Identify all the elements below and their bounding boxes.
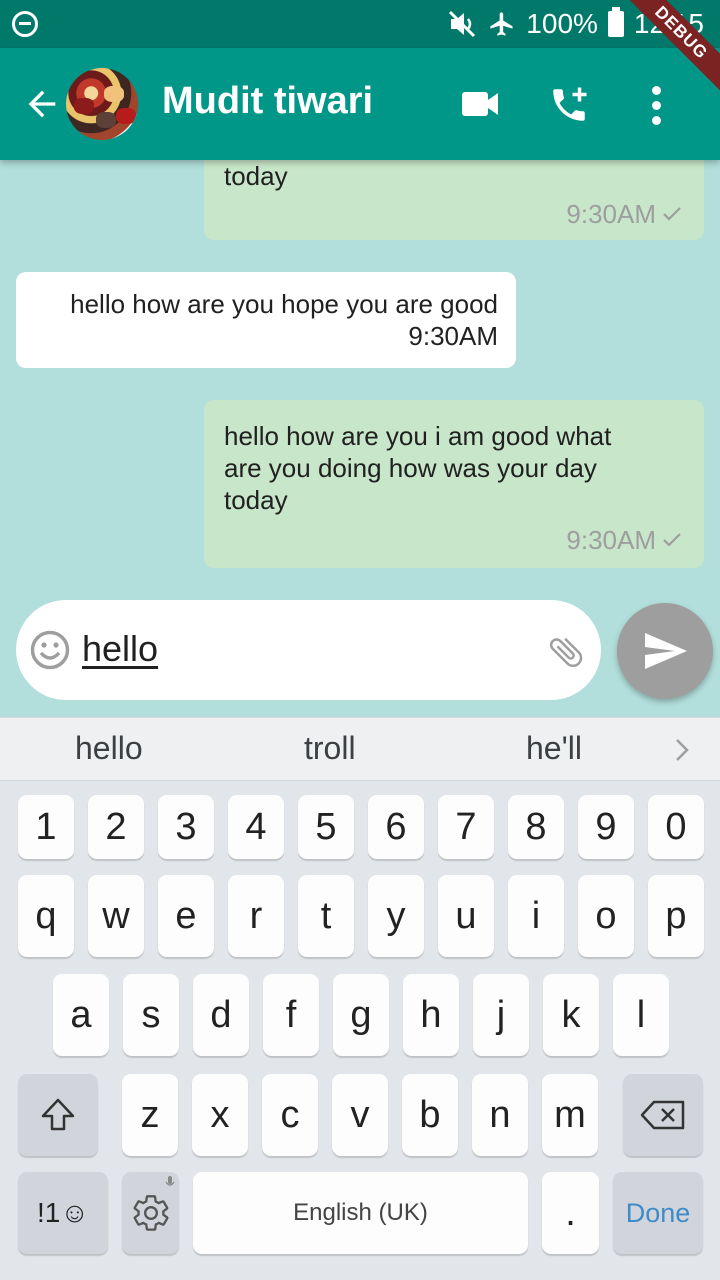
- suggestion-bar: hello troll he'll: [0, 717, 720, 781]
- symbols-key[interactable]: !1☺: [18, 1172, 108, 1254]
- key-q[interactable]: q: [18, 875, 74, 957]
- key-4[interactable]: 4: [228, 795, 284, 859]
- key-3[interactable]: 3: [158, 795, 214, 859]
- mute-icon: [449, 10, 476, 38]
- message-bubble-sent: today 9:30AM: [204, 150, 704, 240]
- shift-icon: [41, 1098, 75, 1131]
- key-o[interactable]: o: [578, 875, 634, 957]
- key-1[interactable]: 1: [18, 795, 74, 859]
- add-call-icon[interactable]: [548, 84, 590, 126]
- key-e[interactable]: e: [158, 875, 214, 957]
- message-time: 9:30AM: [408, 321, 498, 351]
- key-d[interactable]: d: [193, 974, 249, 1056]
- key-u[interactable]: u: [438, 875, 494, 957]
- key-0[interactable]: 0: [648, 795, 704, 859]
- key-g[interactable]: g: [333, 974, 389, 1056]
- suggestion-item[interactable]: he'll: [526, 730, 582, 767]
- key-c[interactable]: c: [262, 1074, 318, 1156]
- key-x[interactable]: x: [192, 1074, 248, 1156]
- message-time: 9:30AM: [566, 199, 656, 229]
- key-v[interactable]: v: [332, 1074, 388, 1156]
- key-l[interactable]: l: [613, 974, 669, 1056]
- key-k[interactable]: k: [543, 974, 599, 1056]
- emoji-icon[interactable]: [30, 630, 70, 670]
- key-t[interactable]: t: [298, 875, 354, 957]
- app-bar: Mudit tiwari: [0, 48, 720, 160]
- key-w[interactable]: w: [88, 875, 144, 957]
- key-i[interactable]: i: [508, 875, 564, 957]
- keyboard: hello troll he'll 1234567890 qwertyuiop as…: [0, 717, 720, 1280]
- key-8[interactable]: 8: [508, 795, 564, 859]
- key-h[interactable]: h: [403, 974, 459, 1056]
- back-arrow-icon[interactable]: [22, 84, 62, 124]
- send-button[interactable]: [617, 603, 713, 699]
- backspace-icon: [640, 1100, 685, 1130]
- key-j[interactable]: j: [473, 974, 529, 1056]
- suggestion-item[interactable]: troll: [304, 730, 356, 767]
- space-key[interactable]: English (UK): [193, 1172, 528, 1254]
- message-text: today: [224, 161, 288, 191]
- key-m[interactable]: m: [542, 1074, 598, 1156]
- done-key[interactable]: Done: [613, 1172, 703, 1254]
- message-meta: 9:30AM: [224, 524, 684, 556]
- message-text: hello how are you hope you are good: [70, 289, 498, 319]
- key-f[interactable]: f: [263, 974, 319, 1056]
- key-6[interactable]: 6: [368, 795, 424, 859]
- settings-key[interactable]: [122, 1172, 179, 1254]
- shift-key[interactable]: [18, 1074, 98, 1156]
- more-options-icon[interactable]: [650, 86, 662, 125]
- message-time: 9:30AM: [566, 525, 656, 555]
- key-5[interactable]: 5: [298, 795, 354, 859]
- video-call-icon[interactable]: [460, 88, 500, 120]
- attach-icon[interactable]: [546, 632, 586, 672]
- key-2[interactable]: 2: [88, 795, 144, 859]
- gear-icon: [133, 1195, 168, 1231]
- message-input[interactable]: hello: [16, 600, 601, 700]
- key-y[interactable]: y: [368, 875, 424, 957]
- message-text: hello how are you i am good what are you…: [224, 421, 612, 515]
- suggestion-item[interactable]: hello: [75, 730, 143, 767]
- check-icon: [663, 207, 681, 221]
- key-r[interactable]: r: [228, 875, 284, 957]
- chevron-right-icon[interactable]: [672, 736, 692, 764]
- send-icon: [645, 633, 687, 669]
- message-input-text[interactable]: hello: [82, 628, 158, 670]
- message-meta: 9:30AM: [224, 198, 684, 230]
- check-icon: [663, 533, 681, 547]
- key-s[interactable]: s: [123, 974, 179, 1056]
- key-z[interactable]: z: [122, 1074, 178, 1156]
- avatar[interactable]: [66, 68, 138, 140]
- key-p[interactable]: p: [648, 875, 704, 957]
- airplane-mode-icon: [490, 12, 513, 36]
- key-n[interactable]: n: [472, 1074, 528, 1156]
- key-7[interactable]: 7: [438, 795, 494, 859]
- key-b[interactable]: b: [402, 1074, 458, 1156]
- message-bubble-received: hello how are you hope you are good 9:30…: [16, 272, 516, 368]
- period-key[interactable]: .: [542, 1172, 599, 1254]
- message-meta: 9:30AM: [44, 320, 498, 352]
- key-9[interactable]: 9: [578, 795, 634, 859]
- backspace-key[interactable]: [623, 1074, 703, 1156]
- key-a[interactable]: a: [53, 974, 109, 1056]
- microphone-icon: [165, 1176, 175, 1186]
- contact-name[interactable]: Mudit tiwari: [162, 80, 373, 123]
- do-not-disturb-icon: [12, 11, 38, 37]
- message-bubble-sent: hello how are you i am good what are you…: [204, 400, 704, 568]
- battery-icon: [607, 7, 624, 37]
- status-bar: 100% 12:15: [0, 0, 720, 48]
- battery-percent: 100%: [526, 8, 598, 39]
